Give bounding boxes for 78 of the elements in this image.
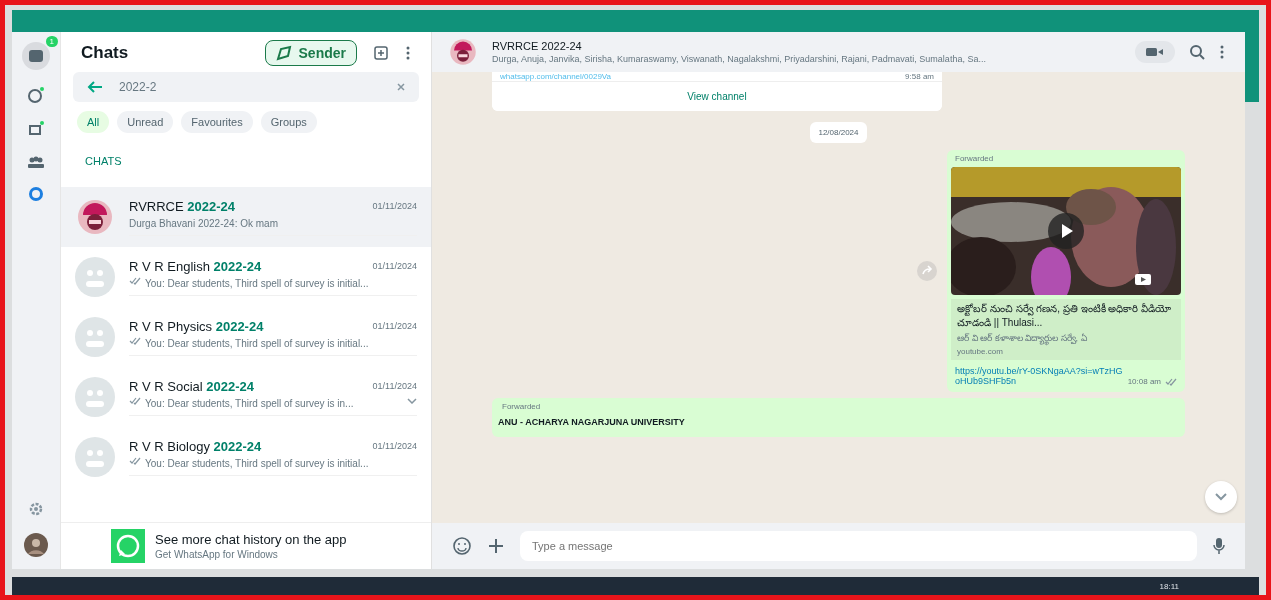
chat-item[interactable]: R V R English 2022-24 01/11/2024 You: Dear students, Third spell of survey is initial... <box>61 247 431 307</box>
chat-date: 01/11/2024 <box>372 441 417 451</box>
promo-link[interactable]: Get WhatsApp for Windows <box>155 549 347 560</box>
chat-name: R V R Biology 2022-24 <box>129 438 263 454</box>
view-channel-button[interactable]: View channel <box>492 81 942 111</box>
chat-name: R V R Social 2022-24 <box>129 378 256 394</box>
chat-item[interactable]: R V R Social 2022-24 01/11/2024 You: Dear students, Third spell of survey is in... <box>61 367 431 427</box>
message-field[interactable]: Type a message <box>520 531 1197 561</box>
pen-icon <box>275 45 294 61</box>
filter-chip[interactable]: Favourites <box>181 111 253 133</box>
chat-date: 01/11/2024 <box>372 381 417 391</box>
message-text: ANU - ACHARYA NAGARJUNA UNIVERSITY <box>498 417 686 427</box>
back-arrow-icon[interactable] <box>87 80 103 94</box>
microphone-icon[interactable] <box>1213 537 1225 555</box>
forwarded-label: Forwarded <box>501 402 542 411</box>
channels-icon[interactable] <box>27 120 45 138</box>
chats-button[interactable] <box>22 42 50 70</box>
chat-date: 01/11/2024 <box>372 321 417 331</box>
group-avatar <box>75 257 115 297</box>
emoji-icon[interactable] <box>452 536 472 556</box>
search-field[interactable]: 2022-2 <box>73 72 419 102</box>
video-title[interactable]: అక్టోబర్ నుంచి సర్వే గణన, ప్రతి ఇంటికీ అధికారి వీడియో చూడండి || Thulasi... <box>957 303 1175 331</box>
members-list: Durga, Anuja, Janvika, Sirisha, Kumaraswamy, Viswanath, Nagalakshmi, Priyadarshini, Rajani, Padmavati, Sumalatha, Sa... <box>492 54 1121 64</box>
date-chip: 12/08/2024 <box>810 122 867 143</box>
chat-item[interactable]: R V R Biology 2022-24 01/11/2024 You: Dear students, Third spell of survey is initial... <box>61 427 431 487</box>
video-source: youtube.com <box>957 347 1004 356</box>
menu-icon[interactable] <box>1219 44 1225 60</box>
double-check-icon <box>1165 378 1177 386</box>
play-icon[interactable] <box>1048 213 1084 249</box>
ring-icon[interactable] <box>28 186 44 202</box>
message-time: 10:08 am <box>1127 377 1161 386</box>
chat-name: R V R Physics 2022-24 <box>129 318 265 334</box>
settings-icon[interactable] <box>28 501 44 517</box>
group-logo-avatar <box>75 197 115 237</box>
chat-name: RVRRCE 2022-24 <box>129 198 236 214</box>
video-camera-icon <box>1145 46 1165 58</box>
filter-chip[interactable]: All <box>77 111 110 133</box>
status-icon[interactable] <box>27 86 45 104</box>
chat-preview: You: Dear students, Third spell of survey is initial... <box>145 337 370 349</box>
search-icon[interactable] <box>1189 44 1205 60</box>
chats-title: Chats <box>81 43 130 63</box>
chat-name: R V R English 2022-24 <box>129 258 263 274</box>
conversation-title[interactable]: RVRRCE 2022-24 <box>492 40 1121 52</box>
section-label: CHATS <box>84 154 123 169</box>
chat-preview: You: Dear students, Third spell of survey is initial... <box>145 277 370 289</box>
message-time: 9:58 am <box>905 72 934 81</box>
video-link[interactable]: https://youtu.be/rY-0SKNgaAA?si=wTzHGoHUb9SHFb5n <box>955 366 1124 386</box>
chat-preview: Durga Bhavani 2022-24: Ok mam <box>129 217 279 229</box>
menu-icon[interactable] <box>405 45 411 61</box>
group-logo-avatar[interactable] <box>448 37 478 67</box>
video-description: ఆర్ వి ఆర్ కళాశాల విద్యార్థుల సర్వే, ఏ <box>957 333 1175 345</box>
filter-chip[interactable]: Unread <box>117 111 174 133</box>
unread-badge: 1 <box>45 36 58 47</box>
chat-date: 01/11/2024 <box>372 261 417 271</box>
plus-icon[interactable] <box>488 538 504 554</box>
whatsapp-logo-icon <box>111 529 145 563</box>
communities-icon[interactable] <box>27 154 45 170</box>
chat-preview: You: Dear students, Third spell of survey is initial... <box>145 457 370 469</box>
chat-item[interactable]: RVRRCE 2022-24 01/11/2024 Durga Bhavani 2022-24: Ok mam <box>61 187 431 247</box>
forwarded-label: Forwarded <box>954 154 995 163</box>
new-chat-icon[interactable] <box>373 45 389 61</box>
video-source-icon <box>1135 274 1151 285</box>
clear-icon[interactable] <box>397 83 405 91</box>
sender-button[interactable]: Sender <box>264 40 357 66</box>
promo-title: See more chat history on the app <box>155 532 347 547</box>
filter-chip[interactable]: Groups <box>260 111 317 133</box>
taskbar-clock[interactable]: 18:11 <box>1159 581 1179 591</box>
chat-preview: You: Dear students, Third spell of survey is in... <box>145 397 355 409</box>
group-avatar <box>75 317 115 357</box>
chat-item[interactable]: R V R Physics 2022-24 01/11/2024 You: Dear students, Third spell of survey is initial... <box>61 307 431 367</box>
scroll-down-button[interactable] <box>1205 481 1237 513</box>
video-call-button[interactable] <box>1135 41 1175 63</box>
chat-date: 01/11/2024 <box>372 201 417 211</box>
group-avatar <box>75 377 115 417</box>
profile-avatar[interactable] <box>24 533 48 557</box>
group-avatar <box>75 437 115 477</box>
chevron-down-icon[interactable] <box>407 398 417 404</box>
chevron-down-icon <box>1215 493 1227 501</box>
